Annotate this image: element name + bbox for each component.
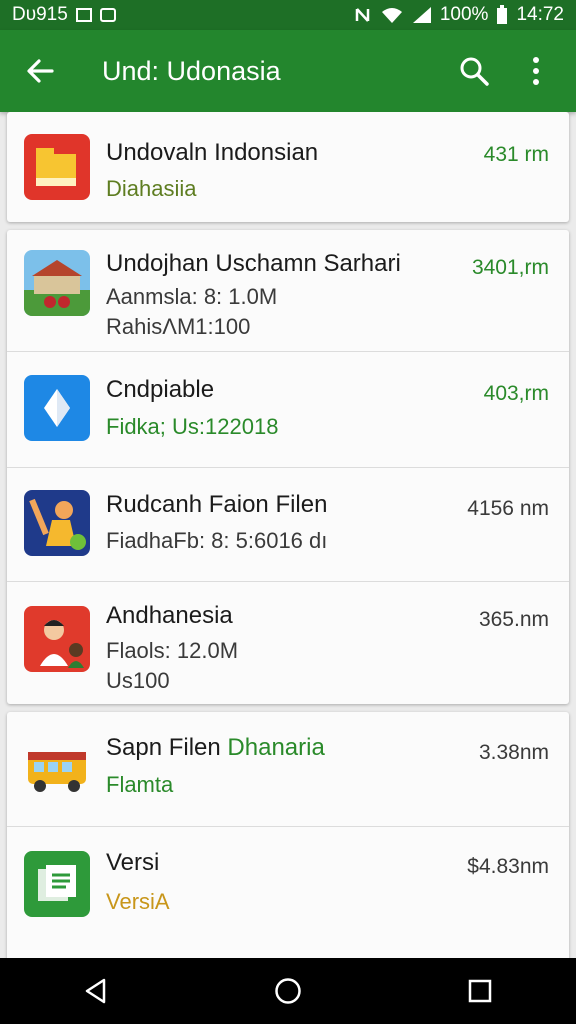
search-button[interactable] [454, 51, 494, 91]
list-card: Undovaln Indonsian Diahasiia 431 rm [7, 112, 569, 222]
status-bar: Dᴜ915 100% 14:72 [0, 0, 576, 30]
home-circle-icon [275, 978, 301, 1004]
more-vert-icon [533, 57, 539, 85]
list-item[interactable]: Cndpiable Fidka; Us:122018 403,rm [7, 352, 569, 468]
item-subtitle: Us100 [106, 668, 170, 693]
item-subtitle: FiadhaFb: 8: 5:6016 dı [106, 528, 328, 553]
list-item[interactable]: Andhanesia Flaols: 12.0M Us100 365.nm [7, 582, 569, 704]
item-subtitle: RahisΛM1:100 [106, 314, 251, 339]
item-subtitle: Flaols: 12.0M [106, 638, 239, 663]
list-item[interactable]: Rudcanh Faion Filen FiadhaFb: 8: 5:6016 … [7, 468, 569, 582]
app-bar: Und: Udonasia [0, 30, 576, 112]
folder-icon [24, 134, 90, 200]
item-title: Undovaln Indonsian [106, 139, 319, 166]
item-title: Undojhan Uschamn Sarhari [106, 250, 401, 277]
item-size: 403,rm [483, 382, 549, 405]
item-title-extra: Dhanaria [227, 734, 325, 761]
bus-icon [24, 734, 90, 800]
page-title: Und: Udonasia [102, 55, 281, 86]
notification-box-icon [75, 8, 92, 22]
nav-home-button[interactable] [258, 961, 318, 1021]
item-subtitle: VersiA [106, 889, 170, 914]
people-icon [24, 606, 90, 672]
app-list[interactable]: Undovaln Indonsian Diahasiia 431 rm Undo… [0, 112, 576, 958]
list-item[interactable]: Sapn Filen Dhanaria Flamta 3.38nm [7, 712, 569, 827]
landscape-icon [24, 250, 90, 316]
system-nav-bar [0, 958, 576, 1024]
compass-icon [24, 375, 90, 441]
item-subtitle: Aanmsla: 8: 1.0M [106, 284, 278, 309]
nfc-icon [355, 8, 370, 22]
list-item[interactable]: Undovaln Indonsian Diahasiia 431 rm [7, 112, 569, 222]
item-title: Versi [106, 849, 160, 876]
item-title: Andhanesia [106, 602, 233, 629]
item-title: Sapn Filen Dhanaria [106, 734, 325, 762]
item-size: $4.83nm [467, 855, 549, 878]
status-left-text: Dᴜ915 [12, 4, 68, 25]
item-subtitle: Fidka; Us:122018 [106, 414, 279, 439]
back-arrow-icon [27, 59, 54, 83]
document-icon [24, 851, 90, 917]
status-left: Dᴜ915 [12, 4, 116, 26]
item-size: 3.38nm [478, 741, 549, 764]
more-options-button[interactable] [516, 51, 556, 91]
status-time: 14:72 [516, 4, 564, 25]
wifi-icon [381, 8, 402, 23]
list-item[interactable]: Undojhan Uschamn Sarhari Aanmsla: 8: 1.0… [7, 230, 569, 352]
battery-text: 100% [439, 4, 489, 25]
list-item[interactable]: Versi VersiA $4.83nm [7, 827, 569, 948]
item-size: 431 rm [483, 143, 549, 166]
battery-icon [497, 5, 508, 24]
cartoon-figure-icon [24, 490, 90, 556]
nav-back-button[interactable] [66, 961, 126, 1021]
list-card: Sapn Filen Dhanaria Flamta 3.38nm Versi … [7, 712, 569, 958]
item-title: Cndpiable [106, 376, 215, 403]
list-card: Undojhan Uschamn Sarhari Aanmsla: 8: 1.0… [7, 230, 569, 704]
item-size: 3401,rm [471, 256, 549, 279]
item-subtitle: Flamta [106, 772, 174, 797]
search-icon [460, 57, 489, 86]
item-title-main: Sapn Filen [106, 734, 221, 761]
signal-icon [412, 7, 431, 23]
back-button[interactable] [20, 51, 60, 91]
item-size: 4156 nm [467, 497, 549, 520]
item-size: 365.nm [478, 608, 549, 631]
item-subtitle: Diahasiia [106, 176, 197, 201]
notification-camera-icon [99, 8, 116, 22]
nav-recents-button[interactable] [450, 961, 510, 1021]
item-title: Rudcanh Faion Filen [106, 491, 328, 518]
status-right: 100% 14:72 [354, 4, 564, 26]
recents-square-icon [468, 979, 492, 1003]
back-triangle-icon [85, 978, 106, 1004]
